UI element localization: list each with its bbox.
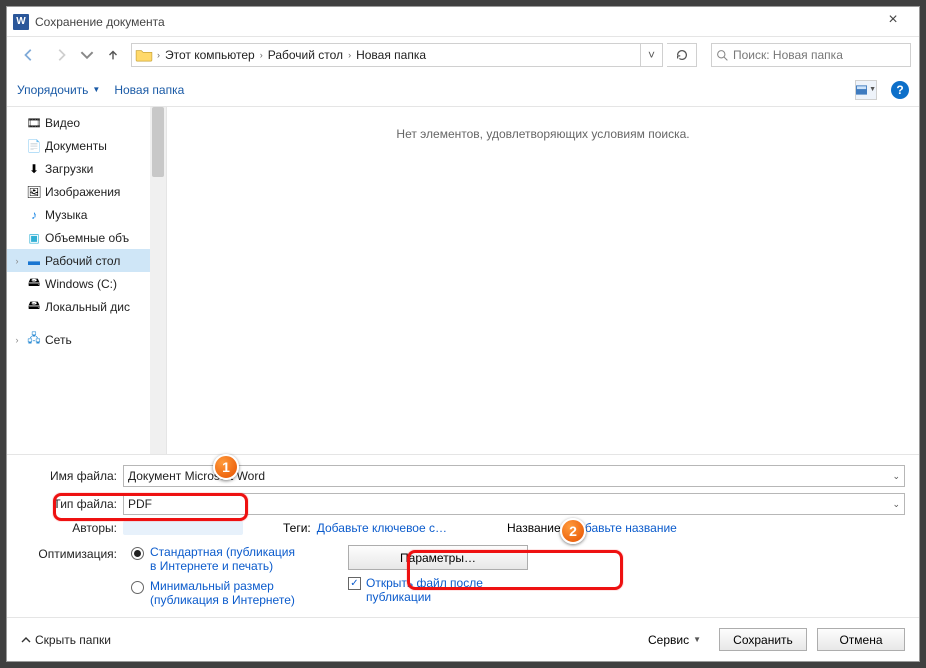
options-button[interactable]: Параметры… — [348, 545, 528, 570]
service-dropdown[interactable]: Сервис ▼ — [648, 633, 701, 647]
open-after-checkbox[interactable]: ✓ Открыть файл после публикации — [348, 576, 528, 604]
refresh-button[interactable] — [667, 43, 697, 67]
filetype-field[interactable]: PDF ⌄ — [123, 493, 905, 515]
optimize-minimum[interactable]: Минимальный размер (публикация в Интерне… — [131, 579, 300, 607]
view-options[interactable]: ▼ — [855, 80, 877, 100]
save-dialog: W Сохранение документа × › Этот компьюте… — [6, 6, 920, 662]
tree-item[interactable]: 🖴Windows (C:) — [7, 272, 166, 295]
save-form: Имя файла: Документ Microsoft Word ⌄ Тип… — [7, 454, 919, 617]
window-title: Сохранение документа — [35, 15, 873, 29]
bottom-bar: Скрыть папки Сервис ▼ Сохранить Отмена — [7, 617, 919, 661]
up-button[interactable] — [99, 41, 127, 69]
filetype-label: Тип файла: — [21, 497, 123, 511]
tree-item[interactable]: 🎞Видео — [7, 111, 166, 134]
back-button[interactable] — [15, 41, 43, 69]
optimize-standard[interactable]: Стандартная (публикация в Интернете и пе… — [131, 545, 300, 573]
tree-item[interactable]: ⬇Загрузки — [7, 157, 166, 180]
tags-label: Теги: — [283, 521, 311, 535]
toolbar: Упорядочить ▼ Новая папка ▼ ? — [7, 73, 919, 107]
empty-message: Нет элементов, удовлетворяющих условиям … — [167, 127, 919, 141]
word-app-icon: W — [13, 14, 29, 30]
authors-label: Авторы: — [21, 521, 123, 535]
new-folder-button[interactable]: Новая папка — [114, 83, 184, 97]
titlebar: W Сохранение документа × — [7, 7, 919, 37]
title-label: Название: — [507, 521, 564, 535]
filename-label: Имя файла: — [21, 469, 123, 483]
title-hint[interactable]: Добавьте название — [570, 521, 677, 535]
chevron-down-icon: ⌄ — [892, 499, 900, 510]
chevron-down-icon: ▼ — [693, 635, 701, 644]
tree-item[interactable]: ♪Музыка — [7, 203, 166, 226]
recent-dropdown[interactable] — [79, 41, 95, 69]
cancel-button[interactable]: Отмена — [817, 628, 905, 651]
search-input[interactable]: Поиск: Новая папка — [711, 43, 911, 67]
content-area: 🎞Видео 📄Документы ⬇Загрузки 🖼Изображения… — [7, 107, 919, 454]
file-listing[interactable]: Нет элементов, удовлетворяющих условиям … — [167, 107, 919, 454]
radio-unchecked-icon — [131, 581, 144, 594]
tree-item[interactable]: 📄Документы — [7, 134, 166, 157]
hide-folders-button[interactable]: Скрыть папки — [21, 633, 111, 647]
save-button[interactable]: Сохранить — [719, 628, 807, 651]
folder-icon — [134, 45, 154, 65]
nav-tree[interactable]: 🎞Видео 📄Документы ⬇Загрузки 🖼Изображения… — [7, 107, 167, 454]
chevron-down-icon: ▼ — [92, 85, 100, 94]
tree-item[interactable]: ▣Объемные объ — [7, 226, 166, 249]
radio-checked-icon — [131, 547, 144, 560]
optimize-label: Оптимизация: — [21, 545, 123, 561]
tree-item[interactable]: 🖼Изображения — [7, 180, 166, 203]
breadcrumb-leaf[interactable]: Новая папка — [352, 44, 430, 66]
help-button[interactable]: ? — [891, 81, 909, 99]
checkbox-checked-icon: ✓ — [348, 577, 361, 590]
chevron-down-icon: ⌄ — [892, 471, 900, 482]
tree-item-network[interactable]: ›🖧Сеть — [7, 328, 166, 351]
filename-field[interactable]: Документ Microsoft Word ⌄ — [123, 465, 905, 487]
tree-item-selected[interactable]: ›▬Рабочий стол — [7, 249, 166, 272]
search-placeholder: Поиск: Новая папка — [733, 48, 843, 62]
tags-hint[interactable]: Добавьте ключевое с… — [317, 521, 447, 535]
authors-redacted[interactable] — [123, 521, 243, 535]
breadcrumb-desktop[interactable]: Рабочий стол — [264, 44, 347, 66]
address-dropdown[interactable]: ˅ — [640, 44, 662, 66]
close-button[interactable]: × — [873, 8, 913, 36]
forward-button[interactable] — [47, 41, 75, 69]
breadcrumb-root[interactable]: Этот компьютер — [161, 44, 259, 66]
address-bar[interactable]: › Этот компьютер › Рабочий стол › Новая … — [131, 43, 663, 67]
nav-row: › Этот компьютер › Рабочий стол › Новая … — [7, 37, 919, 73]
tree-item[interactable]: 🖴Локальный дис — [7, 295, 166, 318]
tree-scrollbar[interactable] — [150, 107, 166, 454]
organize-button[interactable]: Упорядочить ▼ — [17, 83, 100, 97]
